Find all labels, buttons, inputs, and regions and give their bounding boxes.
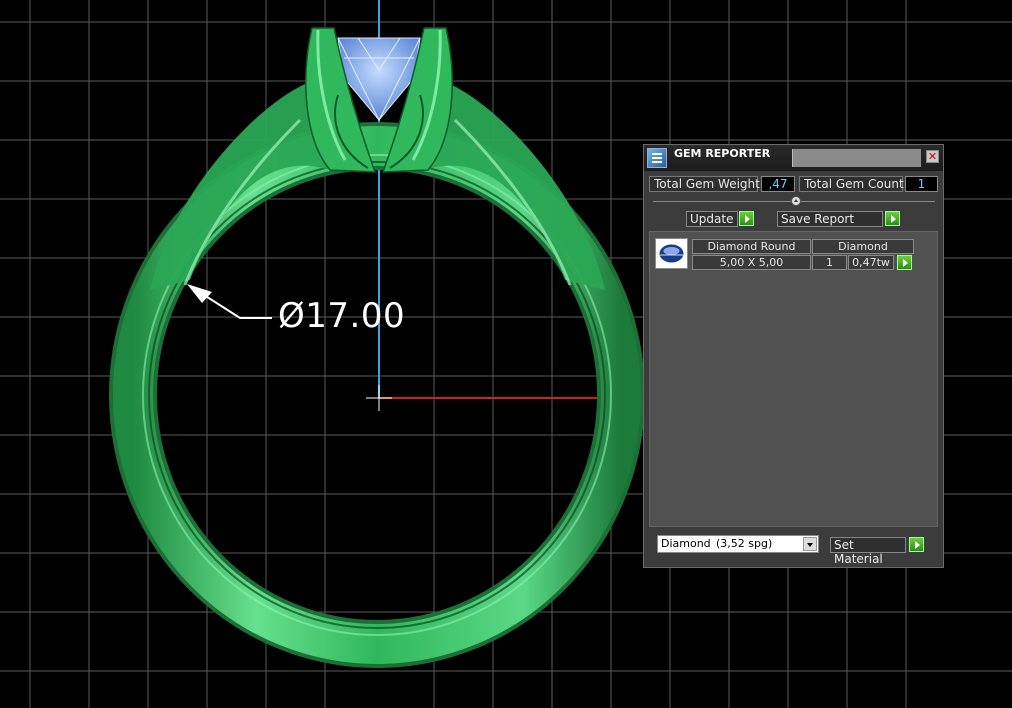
save-report-button[interactable]: Save Report xyxy=(777,211,883,227)
dimension-label: Ø17.00 xyxy=(278,296,406,336)
gem-row-arrow-icon[interactable] xyxy=(897,255,912,270)
dimension-leader xyxy=(187,284,272,319)
set-material-button[interactable]: Set Material xyxy=(830,537,906,566)
diamond-thumbnail-icon xyxy=(655,238,688,269)
chevron-down-icon[interactable] xyxy=(803,537,817,551)
collapse-toggle-icon[interactable] xyxy=(791,196,801,206)
total-gem-weight-label: Total Gem Weight xyxy=(649,176,760,192)
total-gem-count-value: 1 xyxy=(905,176,938,192)
panel-title: GEM REPORTER xyxy=(674,147,771,160)
gem-shape-header: Diamond Round xyxy=(692,239,811,254)
gem-reporter-icon xyxy=(647,148,667,168)
titlebar-strip xyxy=(792,149,921,167)
close-icon[interactable]: ✕ xyxy=(926,150,939,163)
total-gem-weight-value: ,47 xyxy=(761,176,795,192)
panel-titlebar[interactable]: GEM REPORTER ✕ xyxy=(644,145,943,171)
material-select[interactable]: Diamond (3,52 spg) xyxy=(657,535,819,553)
gem-weight-cell: 0,47tw xyxy=(848,255,894,270)
material-name: Diamond xyxy=(661,537,711,550)
update-arrow-icon[interactable] xyxy=(739,211,754,226)
origin-marker xyxy=(366,385,392,411)
gem-count-cell: 1 xyxy=(812,255,847,270)
update-button[interactable]: Update xyxy=(686,211,738,227)
gem-reporter-panel: GEM REPORTER ✕ Total Gem Weight ,47 Tota… xyxy=(643,144,944,568)
material-spg: (3,52 spg) xyxy=(716,537,773,550)
gem-list[interactable]: Diamond Round Diamond 5,00 X 5,00 1 0,47… xyxy=(649,231,938,527)
set-material-arrow-icon[interactable] xyxy=(909,537,924,552)
gem-material-header: Diamond xyxy=(812,239,914,254)
gem-size-cell: 5,00 X 5,00 xyxy=(692,255,811,270)
save-report-arrow-icon[interactable] xyxy=(885,211,900,226)
ring-band xyxy=(109,84,645,668)
total-gem-count-label: Total Gem Count xyxy=(799,176,904,192)
